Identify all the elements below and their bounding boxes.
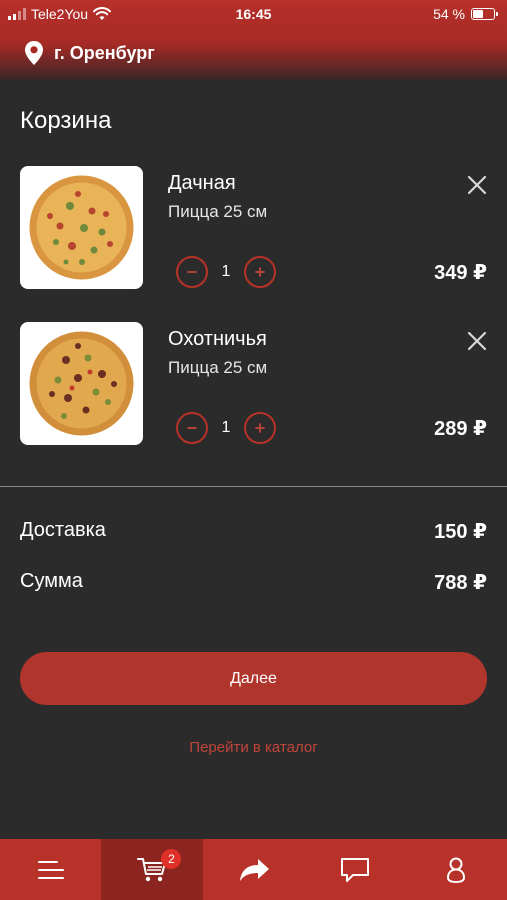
tab-cart[interactable]: 2 xyxy=(101,839,203,900)
city-name: г. Оренбург xyxy=(54,42,155,63)
location-pin-icon xyxy=(25,41,43,65)
plus-icon xyxy=(255,423,265,433)
next-button[interactable]: Далее xyxy=(20,652,487,705)
delivery-value: 150 ₽ xyxy=(434,521,487,543)
close-icon xyxy=(467,175,487,195)
status-right: 54 % xyxy=(433,6,498,22)
share-arrow-icon xyxy=(239,858,269,881)
chat-icon xyxy=(340,857,369,882)
close-icon xyxy=(467,331,487,351)
bottom-tab-bar: 2 xyxy=(0,839,507,900)
battery-icon xyxy=(471,8,498,20)
cart-item: Охотничья Пицца 25 см 1 289 ₽ xyxy=(0,322,507,452)
cart-count-badge: 2 xyxy=(161,849,182,869)
quantity-stepper: 1 xyxy=(176,256,276,288)
menu-icon xyxy=(37,860,64,879)
quantity-stepper: 1 xyxy=(176,412,276,444)
total-value: 788 ₽ xyxy=(434,572,487,594)
divider xyxy=(0,486,507,487)
delivery-label: Доставка xyxy=(20,519,106,541)
item-price: 289 ₽ xyxy=(434,418,487,440)
pizza-image xyxy=(20,166,143,289)
plus-icon xyxy=(255,267,265,277)
city-selector[interactable]: г. Оренбург xyxy=(24,40,155,66)
quantity-value: 1 xyxy=(221,419,231,436)
page-title: Корзина xyxy=(20,107,112,134)
total-label: Сумма xyxy=(20,570,83,592)
increase-button[interactable] xyxy=(244,256,276,288)
go-to-catalog-link[interactable]: Перейти в каталог xyxy=(0,739,507,756)
item-description: Пицца 25 см xyxy=(168,358,268,377)
remove-item-button[interactable] xyxy=(464,172,490,198)
status-time: 16:45 xyxy=(235,6,272,22)
cart-item: Дачная Пицца 25 см 1 349 ₽ xyxy=(0,166,507,296)
item-description: Пицца 25 см xyxy=(168,202,268,221)
tab-share[interactable] xyxy=(203,839,304,900)
decrease-button[interactable] xyxy=(176,412,208,444)
item-name: Охотничья xyxy=(168,328,267,350)
tab-chat[interactable] xyxy=(304,839,405,900)
tab-profile[interactable] xyxy=(406,839,507,900)
app-header: Tele2You 16:45 54 % г. Оренбург xyxy=(0,0,507,80)
minus-icon xyxy=(187,427,197,429)
remove-item-button[interactable] xyxy=(464,328,490,354)
pizza-image xyxy=(20,322,143,445)
item-name: Дачная xyxy=(168,172,236,194)
quantity-value: 1 xyxy=(221,263,231,280)
tab-menu[interactable] xyxy=(0,839,101,900)
decrease-button[interactable] xyxy=(176,256,208,288)
status-bar: Tele2You 16:45 54 % xyxy=(0,0,507,28)
increase-button[interactable] xyxy=(244,412,276,444)
profile-icon xyxy=(447,857,466,883)
battery-percent: 54 % xyxy=(433,6,465,22)
item-price: 349 ₽ xyxy=(434,262,487,284)
minus-icon xyxy=(187,271,197,273)
